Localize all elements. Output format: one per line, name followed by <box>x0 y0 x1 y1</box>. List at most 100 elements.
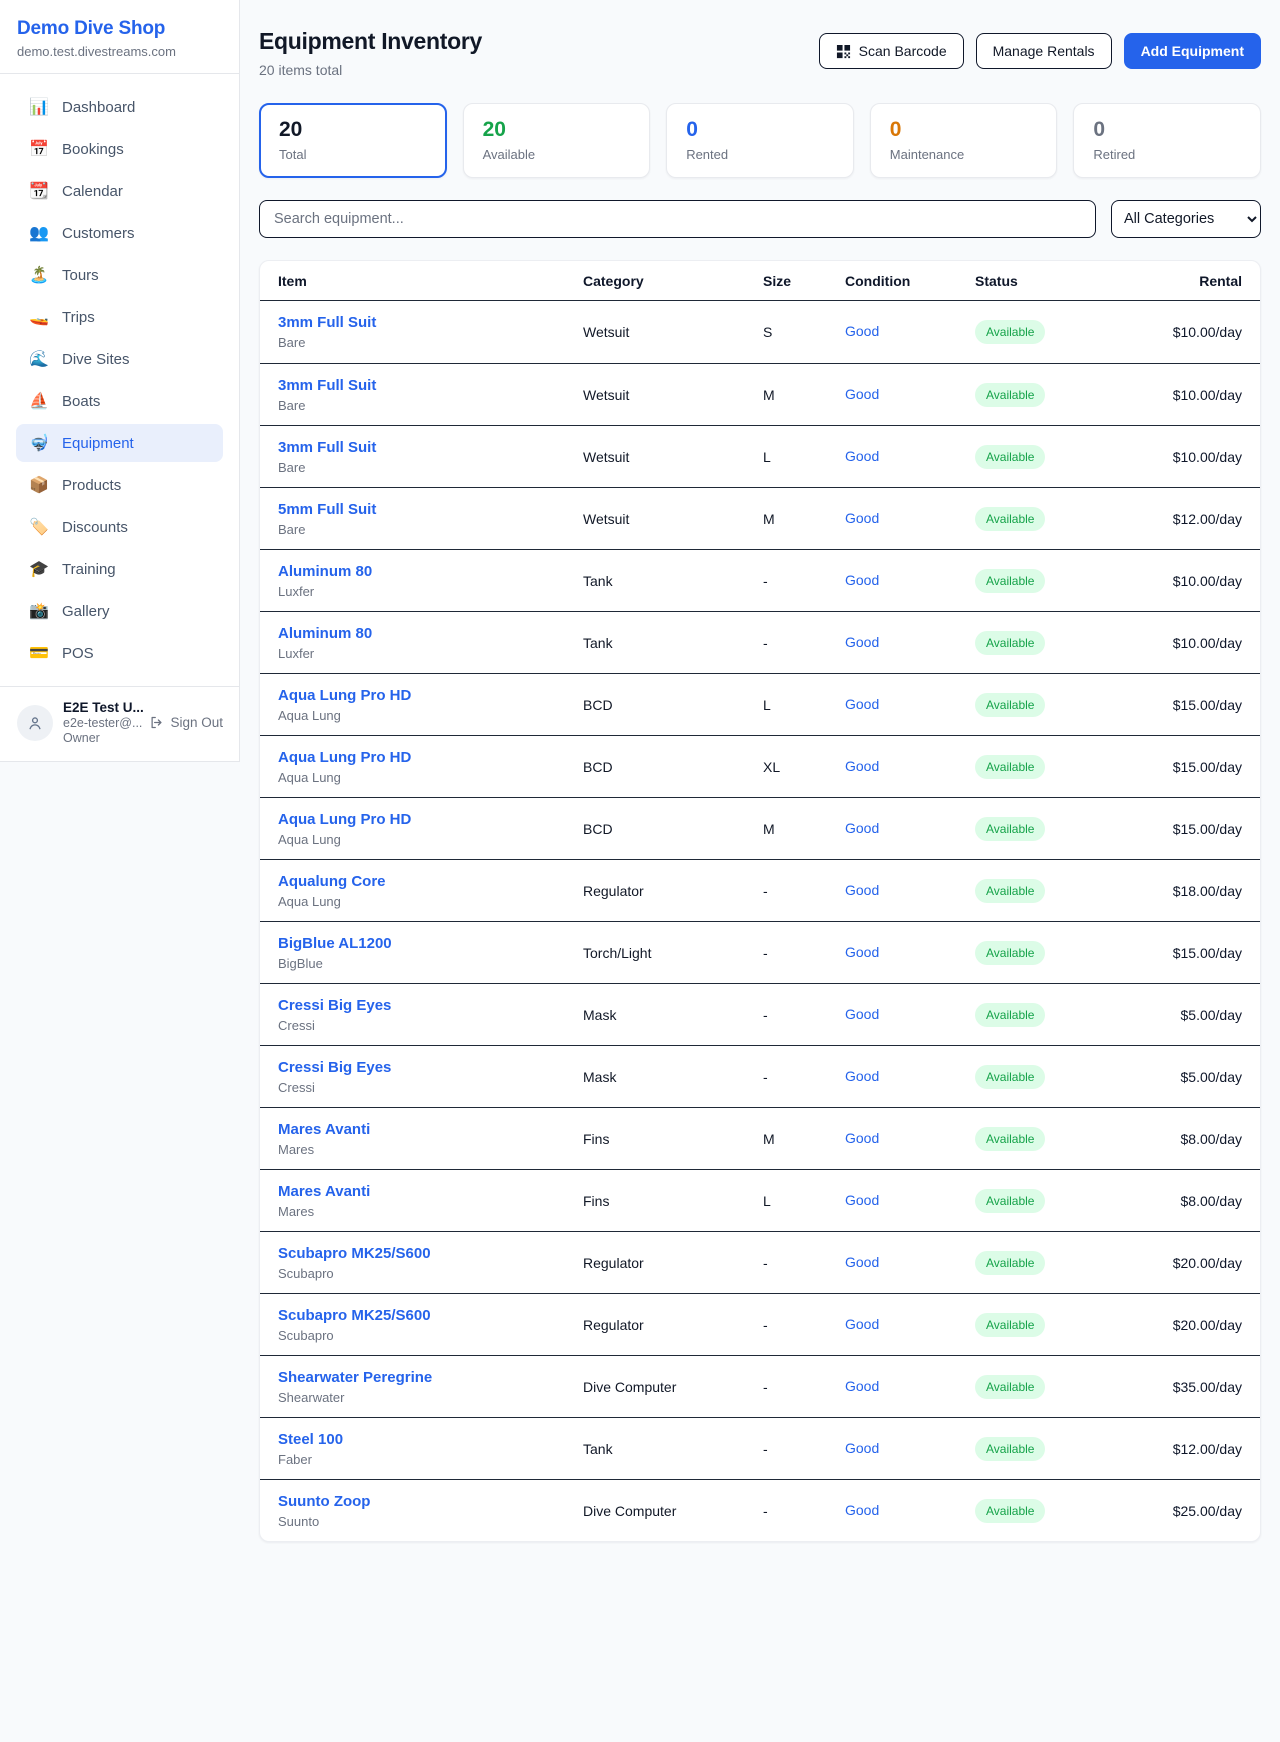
sidebar-item[interactable]: 👥 Customers <box>16 214 223 252</box>
stat-card[interactable]: 0 Retired <box>1073 103 1261 178</box>
item-link[interactable]: 3mm Full Suit <box>278 439 376 456</box>
item-size: L <box>763 697 845 713</box>
scan-barcode-button[interactable]: Scan Barcode <box>819 33 964 69</box>
sidebar-item[interactable]: 🌊 Dive Sites <box>16 340 223 378</box>
item-link[interactable]: Aqua Lung Pro HD <box>278 749 411 766</box>
item-condition-link[interactable]: Good <box>845 448 879 464</box>
item-brand: Scubapro <box>278 1328 583 1343</box>
item-condition-link[interactable]: Good <box>845 882 879 898</box>
brand-link[interactable]: Demo Dive Shop <box>17 18 222 40</box>
sidebar-item[interactable]: 📸 Gallery <box>16 592 223 630</box>
item-condition-link[interactable]: Good <box>845 1440 879 1456</box>
stat-card[interactable]: 0 Maintenance <box>870 103 1058 178</box>
status-cell: Available <box>975 1251 1103 1275</box>
sidebar-item-icon: 🌊 <box>29 349 49 369</box>
item-link[interactable]: Scubapro MK25/S600 <box>278 1245 431 1262</box>
item-condition-link[interactable]: Good <box>845 1130 879 1146</box>
item-rental-rate: $10.00/day <box>1103 573 1242 589</box>
stat-card[interactable]: 20 Total <box>259 103 447 178</box>
stat-card[interactable]: 20 Available <box>463 103 651 178</box>
item-link[interactable]: 5mm Full Suit <box>278 501 376 518</box>
status-badge: Available <box>975 383 1045 407</box>
item-cell: 3mm Full Suit Bare <box>278 439 583 475</box>
status-cell: Available <box>975 631 1103 655</box>
sidebar-item-label: Training <box>62 561 116 578</box>
item-size: - <box>763 1007 845 1023</box>
item-condition-link[interactable]: Good <box>845 696 879 712</box>
status-badge: Available <box>975 941 1045 965</box>
item-link[interactable]: Mares Avanti <box>278 1183 370 1200</box>
item-link[interactable]: Cressi Big Eyes <box>278 997 391 1014</box>
table-row: Cressi Big Eyes Cressi Mask - Good Avail… <box>260 1045 1260 1107</box>
sidebar-item[interactable]: 📊 Dashboard <box>16 88 223 126</box>
search-input[interactable] <box>259 200 1096 238</box>
equipment-table: Item Category Size Condition Status Rent… <box>259 260 1261 1542</box>
status-badge: Available <box>975 1251 1045 1275</box>
condition-cell: Good <box>845 1192 975 1210</box>
item-condition-link[interactable]: Good <box>845 1378 879 1394</box>
sidebar-item[interactable]: 📦 Products <box>16 466 223 504</box>
item-link[interactable]: Aqualung Core <box>278 873 386 890</box>
item-condition-link[interactable]: Good <box>845 572 879 588</box>
sidebar-item[interactable]: 🎓 Training <box>16 550 223 588</box>
item-link[interactable]: Aluminum 80 <box>278 625 372 642</box>
item-condition-link[interactable]: Good <box>845 323 879 339</box>
stat-card[interactable]: 0 Rented <box>666 103 854 178</box>
item-category: BCD <box>583 821 763 837</box>
item-link[interactable]: Suunto Zoop <box>278 1493 370 1510</box>
sidebar-item[interactable]: 📆 Calendar <box>16 172 223 210</box>
item-link[interactable]: Shearwater Peregrine <box>278 1369 432 1386</box>
sidebar-item-icon: 🤿 <box>29 433 49 453</box>
sidebar-item[interactable]: 🚤 Trips <box>16 298 223 336</box>
user-role: Owner <box>63 731 144 745</box>
item-link[interactable]: Aqua Lung Pro HD <box>278 811 411 828</box>
item-condition-link[interactable]: Good <box>845 1192 879 1208</box>
item-condition-link[interactable]: Good <box>845 944 879 960</box>
user-box: E2E Test U... e2e-tester@... Owner Sign … <box>0 686 239 761</box>
sign-out-button[interactable]: Sign Out <box>149 715 223 730</box>
sidebar-item[interactable]: 🤿 Equipment <box>16 424 223 462</box>
item-link[interactable]: Mares Avanti <box>278 1121 370 1138</box>
status-badge: Available <box>975 631 1045 655</box>
page-header: Equipment Inventory 20 items total Scan … <box>259 28 1261 78</box>
item-brand: Cressi <box>278 1018 583 1033</box>
item-category: Torch/Light <box>583 945 763 961</box>
item-link[interactable]: Aluminum 80 <box>278 563 372 580</box>
item-condition-link[interactable]: Good <box>845 1316 879 1332</box>
item-link[interactable]: 3mm Full Suit <box>278 377 376 394</box>
item-link[interactable]: Steel 100 <box>278 1431 343 1448</box>
item-condition-link[interactable]: Good <box>845 1068 879 1084</box>
table-row: Aqua Lung Pro HD Aqua Lung BCD XL Good A… <box>260 735 1260 797</box>
item-link[interactable]: Cressi Big Eyes <box>278 1059 391 1076</box>
sidebar-item[interactable]: 📅 Bookings <box>16 130 223 168</box>
item-condition-link[interactable]: Good <box>845 758 879 774</box>
item-brand: BigBlue <box>278 956 583 971</box>
item-condition-link[interactable]: Good <box>845 1254 879 1270</box>
category-select[interactable]: All Categories <box>1111 200 1261 238</box>
sidebar-item[interactable]: 💳 POS <box>16 634 223 672</box>
item-condition-link[interactable]: Good <box>845 820 879 836</box>
item-size: - <box>763 1441 845 1457</box>
item-link[interactable]: Scubapro MK25/S600 <box>278 1307 431 1324</box>
item-rental-rate: $12.00/day <box>1103 1441 1242 1457</box>
add-equipment-button[interactable]: Add Equipment <box>1124 33 1261 69</box>
item-condition-link[interactable]: Good <box>845 386 879 402</box>
item-link[interactable]: BigBlue AL1200 <box>278 935 392 952</box>
item-condition-link[interactable]: Good <box>845 510 879 526</box>
stat-label: Retired <box>1093 147 1241 162</box>
item-cell: Cressi Big Eyes Cressi <box>278 1059 583 1095</box>
item-link[interactable]: 3mm Full Suit <box>278 314 376 331</box>
sidebar-item[interactable]: 🏷️ Discounts <box>16 508 223 546</box>
item-link[interactable]: Aqua Lung Pro HD <box>278 687 411 704</box>
sidebar-item[interactable]: ⛵ Boats <box>16 382 223 420</box>
item-condition-link[interactable]: Good <box>845 1006 879 1022</box>
item-condition-link[interactable]: Good <box>845 1502 879 1518</box>
condition-cell: Good <box>845 510 975 528</box>
item-cell: Suunto Zoop Suunto <box>278 1493 583 1529</box>
status-cell: Available <box>975 445 1103 469</box>
manage-rentals-button[interactable]: Manage Rentals <box>976 33 1112 69</box>
sidebar-item[interactable]: 🏝️ Tours <box>16 256 223 294</box>
item-cell: 5mm Full Suit Bare <box>278 501 583 537</box>
item-cell: Aqua Lung Pro HD Aqua Lung <box>278 811 583 847</box>
item-condition-link[interactable]: Good <box>845 634 879 650</box>
